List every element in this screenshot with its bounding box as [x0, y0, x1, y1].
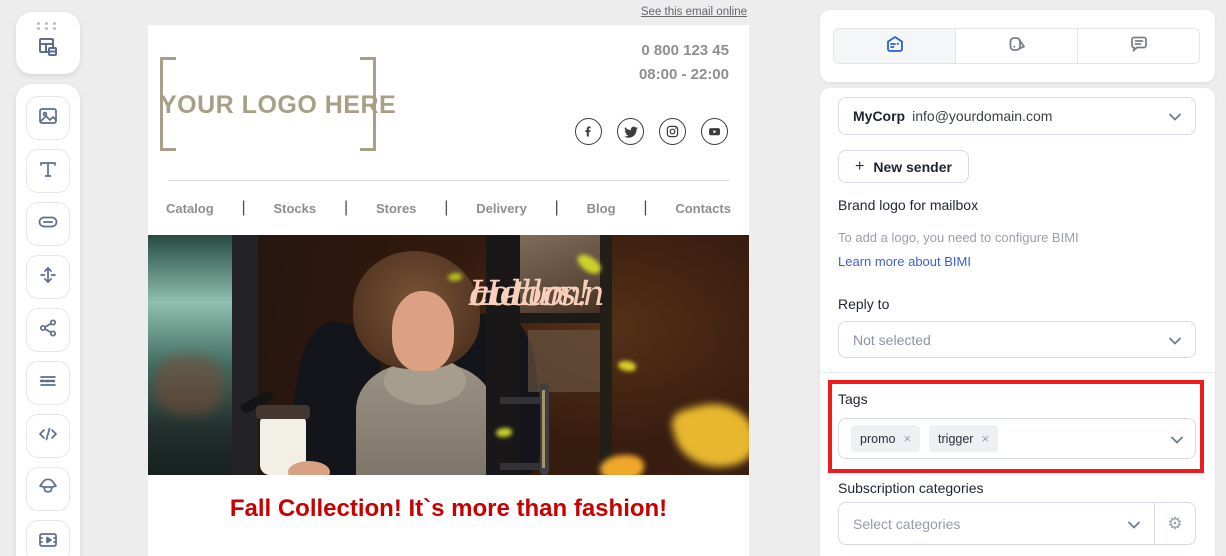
- editor-toolbar: [0, 0, 100, 556]
- remove-tag-icon[interactable]: ×: [981, 431, 989, 446]
- spacer-icon: [37, 264, 59, 291]
- tags-select[interactable]: promo × trigger ×: [838, 418, 1196, 459]
- email-nav-menu: Catalog | Stocks | Stores | Delivery | B…: [162, 193, 735, 223]
- tags-label: Tags: [838, 391, 868, 407]
- divider-tool-button[interactable]: [26, 361, 70, 405]
- comment-bubble-icon: [1128, 33, 1150, 60]
- spacer-tool-button[interactable]: [26, 255, 70, 299]
- video-icon: [37, 529, 59, 556]
- bimi-learn-more-link[interactable]: Learn more about BIMI: [838, 254, 971, 269]
- text-tool-button[interactable]: [26, 149, 70, 193]
- social-icons: [575, 118, 728, 145]
- gear-icon: ⚙: [1167, 513, 1183, 533]
- subscription-categories-label: Subscription categories: [838, 480, 984, 496]
- image-tool-button[interactable]: [26, 96, 70, 140]
- autumn-leaf: [668, 394, 749, 475]
- nav-contacts[interactable]: Contacts: [671, 201, 735, 216]
- reply-to-select[interactable]: Not selected: [838, 321, 1196, 358]
- reply-to-label: Reply to: [838, 296, 890, 312]
- text-icon: [37, 158, 59, 185]
- headline-section[interactable]: Fall Collection! It`s more than fashion!: [148, 475, 749, 556]
- layout-blocks-icon: [35, 34, 61, 65]
- blocks-tool-button[interactable]: [16, 12, 80, 74]
- categories-settings-button[interactable]: ⚙: [1154, 503, 1195, 544]
- chevron-down-icon: [1169, 108, 1181, 124]
- banner-icon: [37, 476, 59, 503]
- drag-handle-icon: [37, 21, 59, 30]
- autumn-leaf: [617, 358, 637, 374]
- share-tool-button[interactable]: [26, 308, 70, 352]
- subscription-categories-select[interactable]: Select categories ⚙: [838, 502, 1196, 545]
- brand-logo-title: Brand logo for mailbox: [838, 197, 979, 213]
- email-preview: See this email online YOUR LOGO HERE 0 8…: [148, 0, 749, 556]
- phone-number: 0 800 123 45: [641, 42, 729, 59]
- working-hours: 08:00 - 22:00: [638, 66, 729, 83]
- facebook-icon[interactable]: [575, 118, 602, 145]
- divider-icon: [37, 370, 59, 397]
- button-pill-icon: [37, 211, 59, 238]
- banner-tool-button[interactable]: [26, 467, 70, 511]
- button-tool-button[interactable]: [26, 202, 70, 246]
- contact-info: 0 800 123 45 08:00 - 22:00: [639, 39, 729, 87]
- image-icon: [37, 105, 59, 132]
- instagram-icon[interactable]: [659, 118, 686, 145]
- reply-to-value: Not selected: [853, 331, 931, 348]
- nav-blog[interactable]: Blog: [583, 201, 620, 216]
- youtube-icon[interactable]: [701, 118, 728, 145]
- chevron-down-icon: [1128, 516, 1140, 532]
- tag-chip[interactable]: trigger ×: [929, 425, 999, 452]
- logo-text: YOUR LOGO HERE: [160, 91, 397, 119]
- sender-name: MyCorp: [853, 108, 906, 124]
- header-divider: [168, 180, 729, 181]
- nav-catalog[interactable]: Catalog: [162, 201, 218, 216]
- remove-tag-icon[interactable]: ×: [903, 431, 911, 446]
- nav-stocks[interactable]: Stocks: [269, 201, 320, 216]
- categories-placeholder: Select categories: [853, 515, 961, 532]
- tool-rail: [16, 84, 80, 556]
- email-logo[interactable]: YOUR LOGO HERE: [160, 57, 397, 151]
- nav-delivery[interactable]: Delivery: [472, 201, 531, 216]
- bimi-hint: To add a logo, you need to configure BIM…: [838, 230, 1079, 245]
- email-body[interactable]: YOUR LOGO HERE 0 800 123 45 08:00 - 22:0…: [148, 25, 749, 556]
- sender-email: info@yourdomain.com: [912, 108, 1053, 124]
- video-tool-button[interactable]: [26, 520, 70, 556]
- plus-icon: +: [855, 157, 865, 175]
- chevron-down-icon: [1171, 431, 1183, 447]
- settings-card: MyCorp info@yourdomain.com + New sender …: [820, 88, 1215, 556]
- tag-chip[interactable]: promo ×: [851, 425, 921, 452]
- tab-comments[interactable]: [1077, 29, 1199, 63]
- code-icon: [37, 423, 59, 450]
- share-icon: [37, 317, 59, 344]
- settings-tab-group: [833, 28, 1200, 64]
- code-tool-button[interactable]: [26, 414, 70, 458]
- door-frame: [232, 235, 258, 475]
- chevron-down-icon: [1169, 332, 1181, 348]
- nav-stores[interactable]: Stores: [372, 201, 420, 216]
- tab-design[interactable]: [955, 29, 1077, 63]
- headline-text: Fall Collection! It`s more than fashion!: [229, 495, 668, 522]
- twitter-icon[interactable]: [617, 118, 644, 145]
- sender-select[interactable]: MyCorp info@yourdomain.com: [838, 97, 1196, 135]
- see-email-online-link[interactable]: See this email online: [641, 6, 747, 18]
- section-divider: [820, 372, 1215, 373]
- design-swatch-icon: [1006, 33, 1028, 60]
- mailbox-icon: [884, 33, 906, 60]
- hero-banner-image[interactable]: Hello autumn colors!: [148, 235, 749, 475]
- tab-mail-settings[interactable]: [834, 29, 955, 63]
- new-sender-button[interactable]: + New sender: [838, 150, 969, 183]
- settings-tabs-card: [820, 10, 1215, 82]
